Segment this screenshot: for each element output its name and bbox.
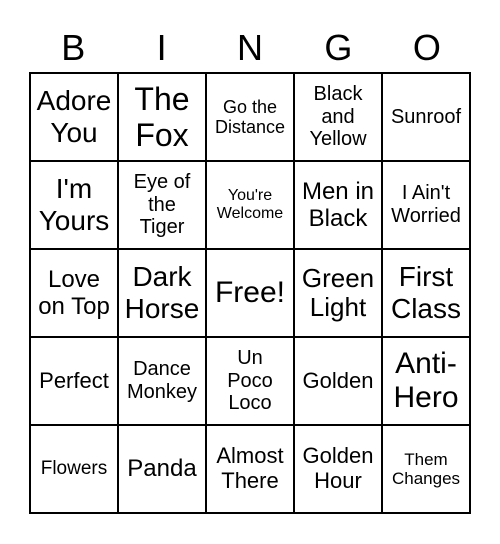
bingo-cell: Them Changes	[382, 425, 470, 513]
bingo-cell: Flowers	[30, 425, 118, 513]
bingo-cell: Eye of the Tiger	[118, 161, 206, 249]
header-letter-i: I	[156, 27, 167, 68]
bingo-cell: Black and Yellow	[294, 73, 382, 161]
header-letter-o: O	[412, 27, 441, 68]
bingo-cell: Adore You	[30, 73, 118, 161]
bingo-cell: Un Poco Loco	[206, 337, 294, 425]
bingo-cell: The Fox	[118, 73, 206, 161]
bingo-cell: Dark Horse	[118, 249, 206, 337]
bingo-cell: Perfect	[30, 337, 118, 425]
header-letter-n: N	[237, 27, 264, 68]
bingo-cell: Golden Hour	[294, 425, 382, 513]
bingo-cell: I Ain't Worried	[382, 161, 470, 249]
bingo-cell: First Class	[382, 249, 470, 337]
bingo-cell: Sunroof	[382, 73, 470, 161]
bingo-cell: Love on Top	[30, 249, 118, 337]
bingo-cell: Anti-Hero	[382, 337, 470, 425]
header-letter-g: G	[324, 27, 353, 68]
bingo-cell: Panda	[118, 425, 206, 513]
bingo-cell: Almost There	[206, 425, 294, 513]
bingo-cell: I'm Yours	[30, 161, 118, 249]
free-space: Free!	[206, 249, 294, 337]
bingo-header: B I N G O	[29, 24, 471, 72]
bingo-cell: Go the Distance	[206, 73, 294, 161]
bingo-cell: Dance Monkey	[118, 337, 206, 425]
bingo-cell: You're Welcome	[206, 161, 294, 249]
bingo-cell: Men in Black	[294, 161, 382, 249]
bingo-grid: Adore You The Fox Go the Distance Black …	[29, 72, 471, 514]
bingo-cell: Green Light	[294, 249, 382, 337]
bingo-cell: Golden	[294, 337, 382, 425]
header-letter-b: B	[61, 27, 86, 68]
